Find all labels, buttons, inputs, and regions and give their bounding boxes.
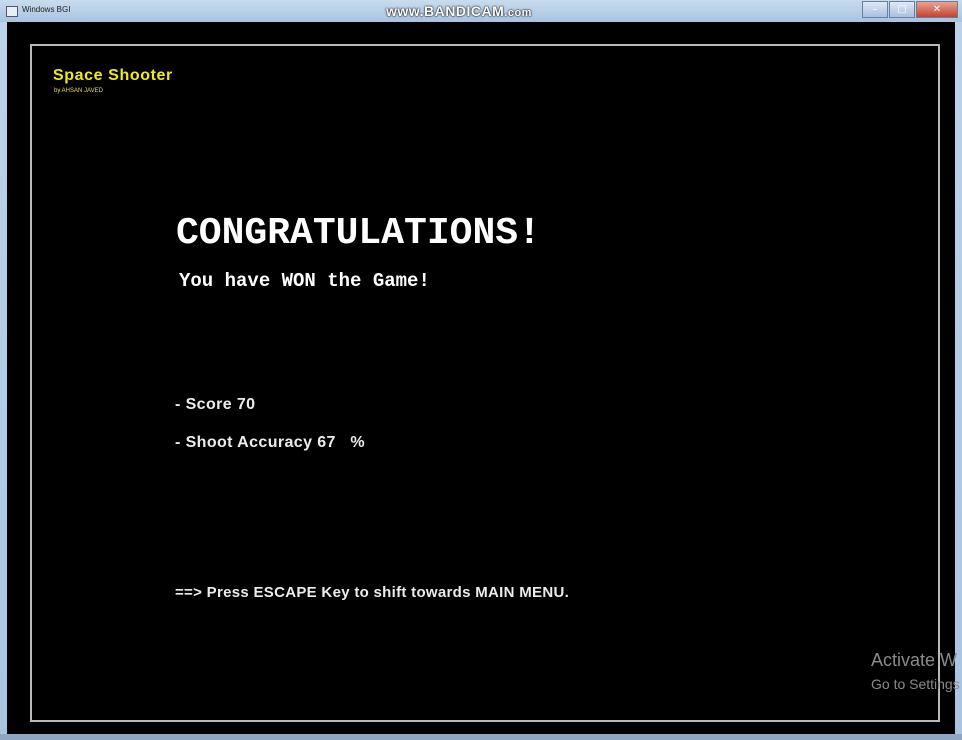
game-canvas[interactable]: Space Shooter by AHSAN JAVED CONGRATULAT…: [7, 22, 955, 734]
activate-windows-link[interactable]: Go to Settings: [871, 676, 960, 692]
escape-hint: ==> Press ESCAPE Key to shift towards MA…: [175, 584, 570, 601]
maximize-button[interactable]: □: [889, 1, 915, 18]
window-controls: – □ ✕: [862, 1, 958, 18]
watermark-main: www.BANDICAM: [386, 3, 505, 19]
game-author: by AHSAN JAVED: [54, 88, 103, 94]
app-window: Windows BGI www.BANDICAM.com – □ ✕ Space…: [0, 0, 962, 740]
taskbar-edge: [0, 734, 962, 740]
close-button[interactable]: ✕: [916, 1, 958, 18]
window-title: Windows BGI: [22, 5, 71, 14]
app-icon: [6, 6, 18, 17]
game-frame-border: [30, 44, 940, 722]
congratulations-heading: CONGRATULATIONS!: [176, 212, 541, 255]
game-title: Space Shooter: [53, 67, 173, 84]
watermark-suffix: .com: [504, 7, 532, 19]
minimize-button[interactable]: –: [862, 1, 888, 18]
accuracy-readout: - Shoot Accuracy 67 %: [175, 434, 365, 451]
score-readout: - Score 70: [175, 396, 256, 413]
recording-watermark: www.BANDICAM.com: [386, 3, 532, 19]
win-message: You have WON the Game!: [179, 270, 430, 292]
activate-windows-title: Activate W: [871, 650, 958, 670]
title-bar[interactable]: Windows BGI www.BANDICAM.com – □ ✕: [0, 0, 962, 22]
